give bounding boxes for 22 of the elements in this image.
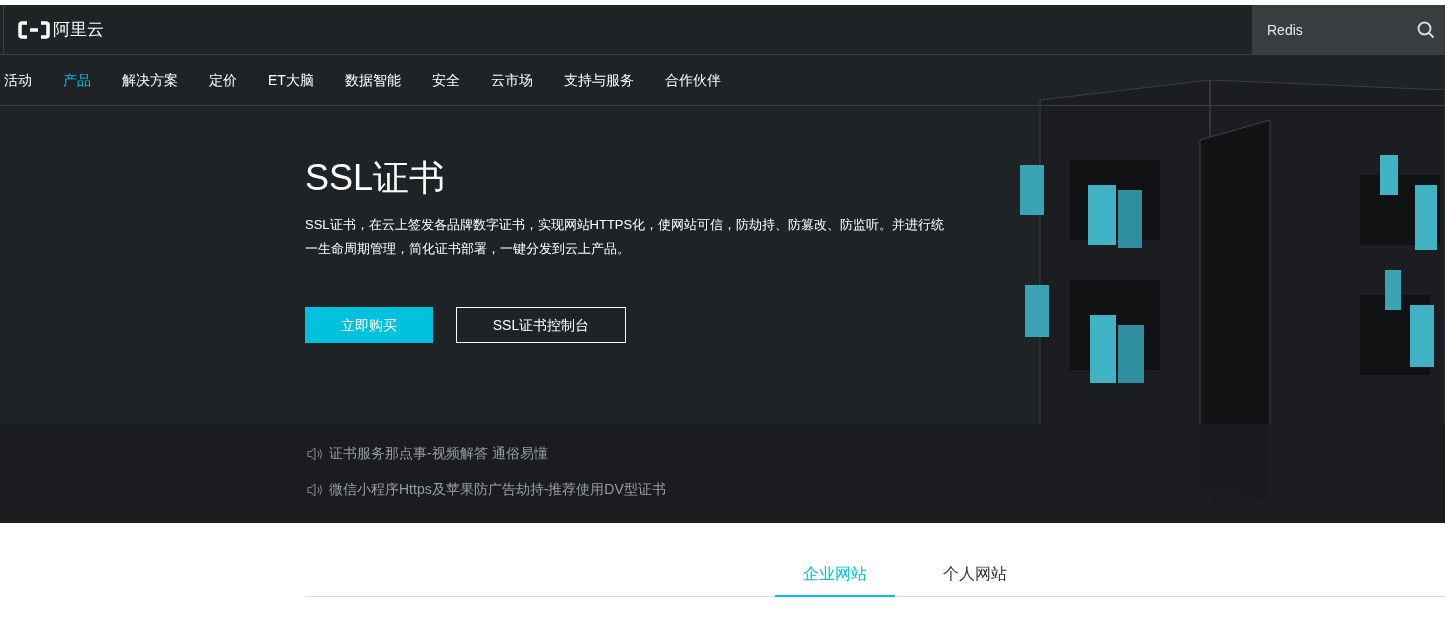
logo-text: 阿里云 <box>53 18 104 41</box>
nav-link[interactable]: 云市场 <box>490 69 533 91</box>
nav-link[interactable]: 活动 <box>4 69 32 91</box>
nav-link[interactable]: ET大脑 <box>268 69 314 91</box>
nav-link[interactable]: 产品 <box>63 69 91 91</box>
speaker-icon <box>307 482 323 497</box>
nav-link[interactable]: 数据智能 <box>344 69 401 91</box>
notice-link[interactable]: 微信小程序Https及苹果防广告劫持-推荐使用DV型证书 <box>329 479 666 500</box>
nav-link[interactable]: 解决方案 <box>122 69 178 91</box>
nav-link[interactable]: 合作伙伴 <box>664 69 721 91</box>
console-button[interactable]: SSL证书控制台 <box>456 307 626 343</box>
tab[interactable]: 个人网站 <box>895 553 1055 597</box>
notice-link[interactable]: 证书服务那点事-视频解答 通俗易懂 <box>329 443 548 464</box>
hero-title: SSL证书 <box>305 156 447 200</box>
speaker-icon <box>307 446 323 461</box>
nav-link[interactable]: 支持与服务 <box>563 69 634 91</box>
nav-link[interactable]: 定价 <box>209 69 237 91</box>
nav-link[interactable]: 安全 <box>431 69 460 91</box>
search-icon[interactable] <box>1417 21 1435 39</box>
search-field[interactable]: Redis <box>1252 5 1445 54</box>
hero-description: SSL证书，在云上签发各品牌数字证书，实现网站HTTPS化，使网站可信，防劫持、防篡改、防监听。并进行统一生命周期管理，简化证书部署，一键分发到云上产品。 <box>305 216 946 258</box>
logo-icon <box>18 20 50 39</box>
